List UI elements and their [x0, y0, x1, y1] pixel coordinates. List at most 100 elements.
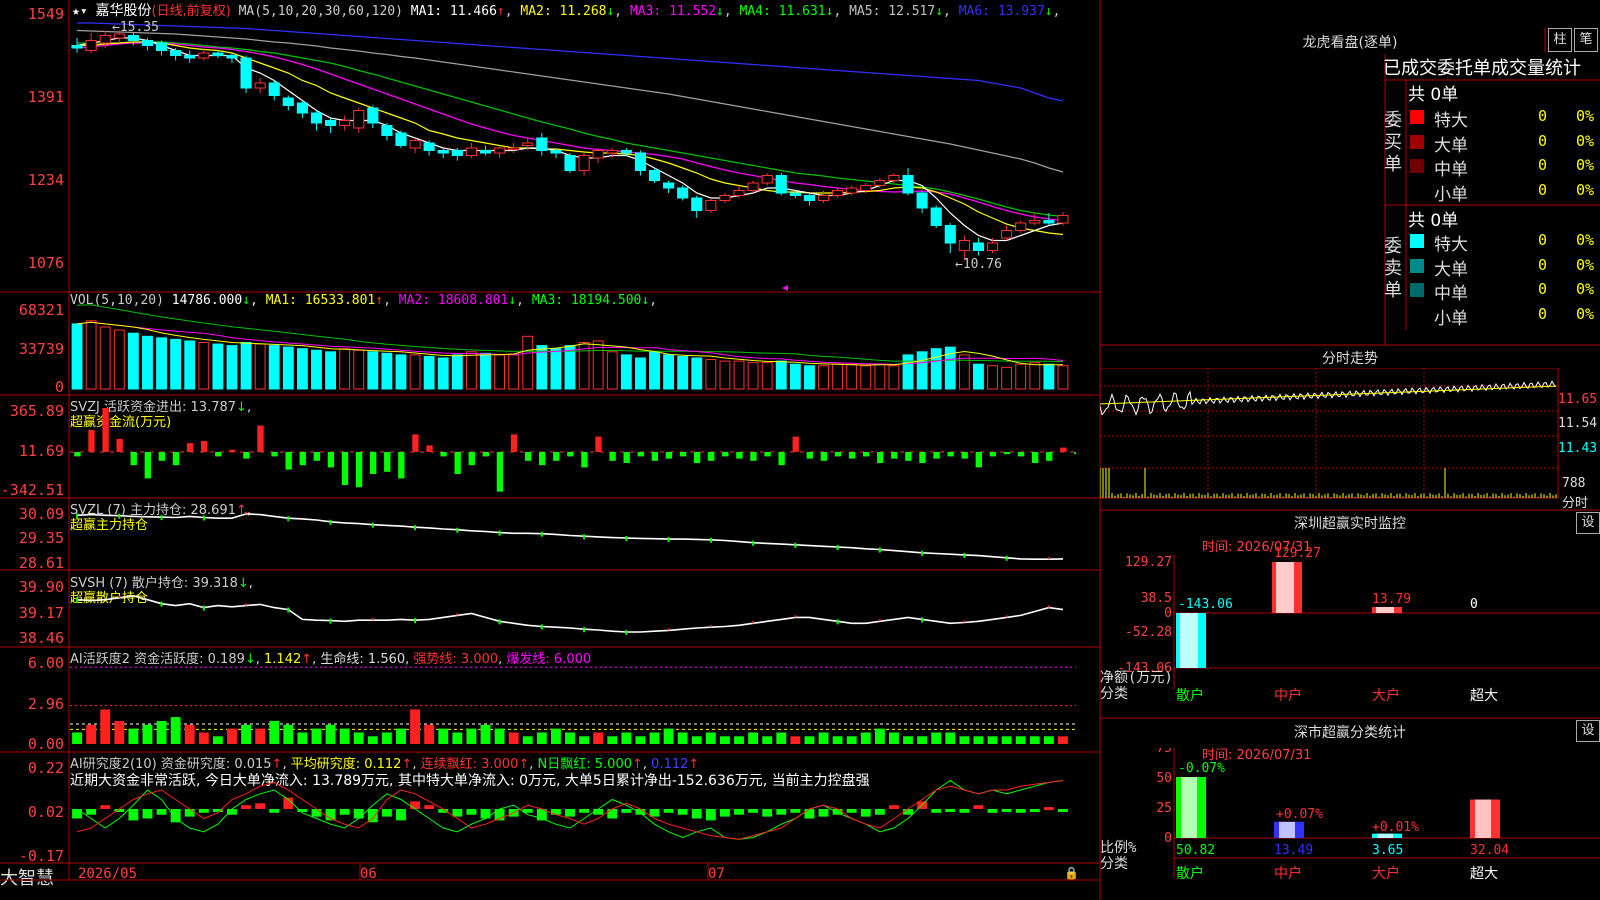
ai-activity-chart[interactable]: [70, 648, 1076, 752]
candle-body: [705, 200, 717, 211]
holding-tick: [540, 531, 543, 537]
svzj-bar: [440, 452, 447, 457]
activity-bar: [579, 736, 590, 744]
research-bar: [1015, 809, 1026, 813]
holding-tick: [498, 619, 501, 625]
activity-bar: [720, 736, 730, 744]
holding-tick: [836, 619, 839, 625]
buy-order-swatch: [1410, 159, 1424, 173]
candle-body: [451, 150, 463, 156]
research-bar: [621, 809, 632, 813]
volume-bar: [395, 354, 407, 390]
volume-bar: [465, 351, 477, 390]
sell-order-pct: 0%: [1576, 231, 1595, 249]
svzj-bar: [989, 452, 997, 457]
volume-bar: [761, 362, 773, 390]
candle-body: [1057, 215, 1069, 224]
holding-tick: [752, 621, 755, 624]
sz-settings-button[interactable]: 设: [1576, 512, 1600, 534]
candle-body: [986, 242, 999, 251]
holding-tick: [1047, 557, 1050, 560]
research-bar: [269, 809, 280, 813]
candle-body: [1043, 220, 1055, 224]
category-change-label: -0.07%: [1178, 761, 1225, 776]
order-stats-title: 已成交委托单成交量统计: [1383, 58, 1581, 79]
volume-bar: [254, 343, 266, 390]
volume-bar: [437, 357, 449, 390]
research-bar: [691, 809, 702, 819]
research-bar: [452, 809, 463, 817]
lock-icon[interactable]: 🔒: [1064, 866, 1079, 880]
candle-body: [367, 107, 379, 124]
activity-bar: [593, 732, 604, 744]
svzj-chart[interactable]: [70, 396, 1076, 498]
research-bar: [720, 809, 730, 817]
activity-bar: [297, 732, 308, 744]
price-axis-label: 1234: [27, 171, 64, 189]
svzj-bar: [341, 452, 349, 485]
research-bar: [184, 809, 195, 817]
sell-total: 共 0单: [1408, 211, 1459, 231]
ma-line: [77, 22, 1064, 102]
research-bar: [776, 809, 787, 815]
svzj-bar: [74, 452, 81, 457]
volume-bar: [99, 326, 111, 390]
activity-bar: [621, 732, 632, 744]
research-bar: [255, 803, 266, 809]
category-settings-button[interactable]: 设: [1576, 720, 1600, 742]
research-bar: [311, 809, 322, 817]
svzj-bar: [88, 430, 95, 452]
svzj-bar: [722, 452, 729, 457]
svzj-bar: [750, 452, 757, 461]
volume-bar: [508, 354, 520, 390]
sz-unit-label: 净额(万元): [1100, 670, 1173, 686]
svzj-bar: [355, 452, 363, 488]
activity-bar: [536, 732, 547, 744]
svzj-bar: [1003, 452, 1011, 455]
research-bar: [649, 809, 660, 817]
buy-order-qty: 0: [1538, 131, 1548, 150]
buy-order-qty: 0: [1538, 156, 1548, 174]
holding-tick: [1005, 555, 1008, 561]
column-view-button[interactable]: 柱: [1548, 28, 1572, 52]
sell-order-qty: 0: [1538, 280, 1548, 298]
candle-body: [817, 195, 830, 201]
candle-body: [1001, 230, 1013, 239]
svzl-chart[interactable]: [70, 499, 1076, 571]
ai-activity-axis-label: 2.96: [27, 695, 64, 713]
high-price-label: ←15.35: [112, 20, 159, 35]
holding-tick: [118, 595, 121, 598]
candle-body: [536, 137, 548, 151]
category-chart[interactable]: 75 50 25 0 -0.07% +0.07% +0.01% 50.82 13.49 3.65 3…: [1100, 748, 1600, 900]
research-bar: [1029, 809, 1040, 812]
low-price-label: ←10.76: [955, 257, 1002, 272]
research-bar: [100, 805, 111, 809]
line-view-button[interactable]: 笔: [1574, 28, 1598, 52]
candlestick-chart[interactable]: [70, 0, 1076, 295]
candle-body: [395, 132, 407, 146]
intraday-chart[interactable]: [1100, 368, 1600, 510]
volume-chart[interactable]: [70, 293, 1076, 395]
svzj-bar: [524, 452, 532, 461]
activity-bar: [959, 736, 970, 744]
volume-bar: [634, 357, 646, 390]
candle-body: [423, 142, 435, 151]
price-panel[interactable]: ★▾ 嘉华股份(日线,前复权) MA(5,10,20,30,60,120) MA…: [0, 0, 1078, 291]
svzj-bar: [1074, 452, 1076, 455]
svzj-bar: [609, 452, 616, 461]
candle-body: [479, 150, 492, 154]
activity-bar: [903, 736, 913, 744]
holding-tick: [414, 618, 417, 624]
activity-bar: [565, 732, 575, 744]
svzj-bar: [482, 452, 490, 457]
ai-research-chart[interactable]: [70, 753, 1076, 863]
sz-monitor-chart[interactable]: 129.2738.50-52.28-143.06-143.06129.2713.…: [1100, 540, 1600, 720]
buy-order-swatch: [1410, 183, 1424, 198]
svsh-chart[interactable]: [70, 572, 1076, 647]
volume-bar: [1015, 363, 1027, 390]
ai-research-axis-label: 0.02: [27, 803, 64, 821]
volume-bar: [127, 332, 139, 390]
holding-tick: [287, 607, 290, 613]
svzj-bar: [891, 452, 898, 459]
category-axis-label: 0: [1164, 831, 1172, 846]
